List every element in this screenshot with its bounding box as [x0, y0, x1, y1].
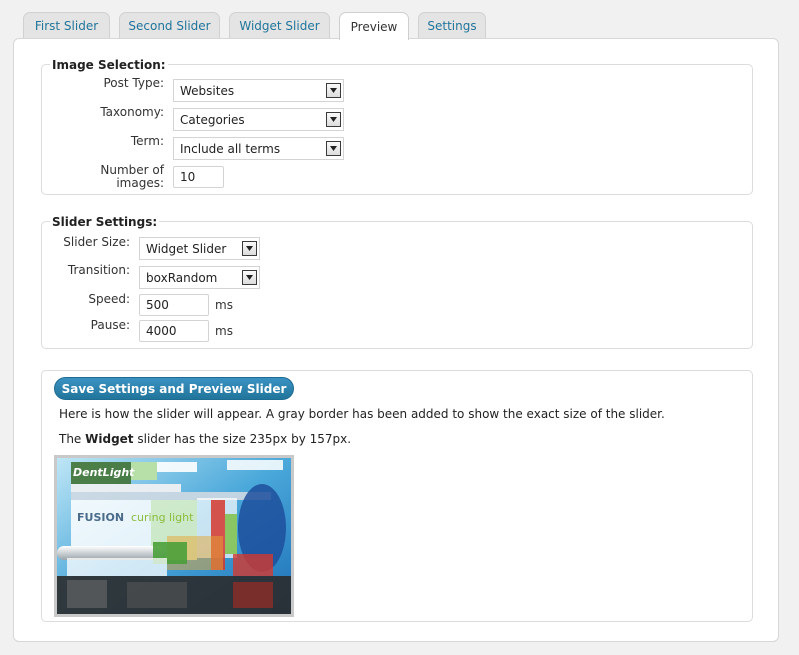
pause-input[interactable]: 4000	[139, 320, 209, 342]
tab-widget-slider[interactable]: Widget Slider	[229, 12, 330, 39]
tab-label: Widget Slider	[239, 19, 320, 33]
save-preview-button[interactable]: Save Settings and Preview Slider	[54, 377, 294, 400]
dropdown-arrow-icon	[326, 141, 341, 156]
size-prefix: The	[59, 432, 86, 446]
speed-unit: ms	[215, 298, 233, 312]
taxonomy-label: Taxonomy:	[100, 105, 164, 119]
preview-description: Here is how the slider will appear. A gr…	[59, 407, 665, 421]
tab-label: Preview	[350, 19, 398, 34]
term-value: Include all terms	[180, 141, 281, 156]
image-selection-legend: Image Selection:	[50, 58, 168, 72]
preview-section: Save Settings and Preview Slider Here is…	[41, 370, 753, 622]
slider-settings-fieldset: Slider Settings: Slider Size: Widget Sli…	[41, 215, 753, 349]
tab-settings[interactable]: Settings	[418, 12, 486, 39]
dropdown-arrow-icon	[326, 112, 341, 127]
image-selection-fieldset: Image Selection: Post Type: Websites Tax…	[41, 58, 753, 195]
transition-value: boxRandom	[146, 270, 218, 285]
number-label-line2: images:	[116, 176, 164, 190]
pause-label: Pause:	[90, 318, 130, 332]
post-type-label: Post Type:	[103, 76, 164, 90]
slider-preview-image: DentLight FUSION curing light	[54, 455, 294, 617]
settings-panel: Image Selection: Post Type: Websites Tax…	[13, 38, 779, 642]
preview-logo-text: DentLight	[73, 466, 135, 479]
tab-preview[interactable]: Preview	[339, 12, 409, 40]
number-of-images-label: Number of images:	[42, 164, 164, 190]
slider-size-info: The Widget slider has the size 235px by …	[59, 432, 351, 446]
term-label: Term:	[130, 134, 164, 148]
tab-second-slider[interactable]: Second Slider	[119, 12, 220, 39]
tab-label: Settings	[427, 19, 477, 33]
speed-label: Speed:	[88, 292, 130, 306]
taxonomy-value: Categories	[180, 112, 245, 127]
size-slider-name: Widget	[85, 432, 134, 446]
transition-label: Transition:	[67, 263, 130, 277]
tab-label: Second Slider	[128, 19, 211, 33]
size-suffix: slider has the size 235px by 157px.	[133, 432, 352, 446]
pause-unit: ms	[215, 324, 233, 338]
dropdown-arrow-icon	[242, 241, 257, 256]
dropdown-arrow-icon	[326, 83, 341, 98]
transition-select[interactable]: boxRandom	[139, 266, 260, 289]
dropdown-arrow-icon	[242, 270, 257, 285]
speed-input[interactable]: 500	[139, 294, 209, 316]
slider-size-select[interactable]: Widget Slider	[139, 237, 260, 260]
post-type-value: Websites	[180, 83, 235, 98]
preview-headline-a: FUSION	[77, 511, 124, 524]
taxonomy-select[interactable]: Categories	[173, 108, 344, 131]
tab-label: First Slider	[34, 19, 99, 33]
tab-first-slider[interactable]: First Slider	[23, 12, 110, 39]
slider-preview-graphic: DentLight FUSION curing light	[57, 458, 291, 614]
post-type-select[interactable]: Websites	[173, 79, 344, 102]
slider-settings-legend: Slider Settings:	[50, 215, 160, 229]
term-select[interactable]: Include all terms	[173, 137, 344, 160]
number-of-images-input[interactable]: 10	[173, 166, 224, 188]
slider-size-value: Widget Slider	[146, 241, 227, 256]
slider-size-label: Slider Size:	[63, 235, 130, 249]
preview-headline-b: curing light	[131, 511, 194, 524]
